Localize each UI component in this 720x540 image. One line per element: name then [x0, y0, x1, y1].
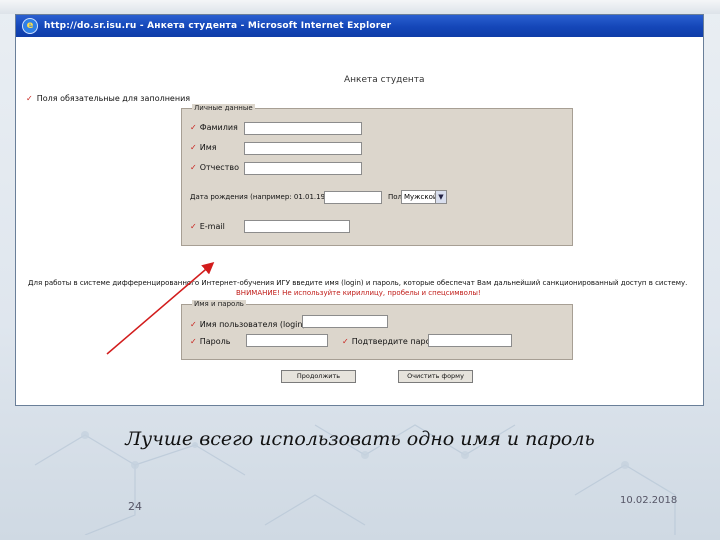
checkmark-icon: ✓: [190, 337, 197, 346]
checkmark-icon: ✓: [190, 320, 197, 329]
browser-titlebar[interactable]: e http://do.sr.isu.ru - Анкета студента …: [16, 15, 703, 37]
info-text: Для работы в системе дифференцированного…: [28, 279, 688, 287]
page-content: Анкета студента ✓ Поля обязательные для …: [16, 37, 703, 405]
password-input[interactable]: [246, 334, 328, 347]
browser-window: e http://do.sr.isu.ru - Анкета студента …: [15, 14, 704, 406]
clear-form-button[interactable]: Очистить форму: [398, 370, 473, 383]
last-name-label: ✓ Фамилия: [190, 123, 238, 132]
first-name-label: ✓ Имя: [190, 143, 217, 152]
gender-label: Пол: [388, 193, 403, 201]
email-input[interactable]: [244, 220, 350, 233]
required-note-text: Поля обязательные для заполнения: [36, 94, 191, 103]
browser-title: http://do.sr.isu.ru - Анкета студента - …: [44, 21, 392, 31]
birth-date-input[interactable]: [324, 191, 382, 204]
confirm-password-input[interactable]: [428, 334, 512, 347]
checkmark-icon: ✓: [190, 143, 197, 152]
slide: e http://do.sr.isu.ru - Анкета студента …: [0, 0, 720, 540]
personal-data-legend: Личные данные: [192, 104, 255, 112]
patronymic-label: ✓ Отчество: [190, 163, 239, 172]
required-note: ✓ Поля обязательные для заполнения: [26, 94, 190, 103]
slide-top-strip: [0, 0, 720, 14]
molecule-decoration: [34, 424, 676, 535]
chevron-down-icon[interactable]: ▼: [435, 191, 446, 203]
continue-button[interactable]: Продолжить: [281, 370, 356, 383]
confirm-password-label: ✓ Подтвердите пароль: [342, 337, 441, 346]
internet-explorer-icon: e: [22, 18, 38, 34]
checkmark-icon: ✓: [190, 123, 197, 132]
slide-caption: Лучше всего использовать одно имя и паро…: [125, 428, 595, 450]
first-name-input[interactable]: [244, 142, 362, 155]
checkmark-icon: ✓: [190, 222, 197, 231]
account-legend: Имя и пароль: [192, 300, 246, 308]
username-label: ✓ Имя пользователя (login): [190, 320, 306, 329]
email-label: ✓ E-mail: [190, 222, 225, 231]
password-label: ✓ Пароль: [190, 337, 231, 346]
slide-number: 24: [128, 500, 142, 513]
checkmark-icon: ✓: [26, 94, 33, 103]
patronymic-input[interactable]: [244, 162, 362, 175]
gender-select[interactable]: Мужской ▼: [401, 190, 447, 204]
last-name-input[interactable]: [244, 122, 362, 135]
personal-data-group: Личные данные ✓ Фамилия ✓ Имя ✓ Отчество…: [181, 104, 573, 246]
form-title: Анкета студента: [344, 75, 425, 85]
slide-date: 10.02.2018: [620, 495, 678, 506]
birth-date-label: Дата рождения (например: 01.01.1980): [190, 193, 337, 201]
account-group: Имя и пароль ✓ Имя пользователя (login) …: [181, 300, 573, 360]
checkmark-icon: ✓: [190, 163, 197, 172]
username-input[interactable]: [302, 315, 388, 328]
checkmark-icon: ✓: [342, 337, 349, 346]
gender-selected-value: Мужской: [404, 193, 438, 201]
warning-text: ВНИМАНИЕ! Не используйте кириллицу, проб…: [236, 289, 481, 297]
